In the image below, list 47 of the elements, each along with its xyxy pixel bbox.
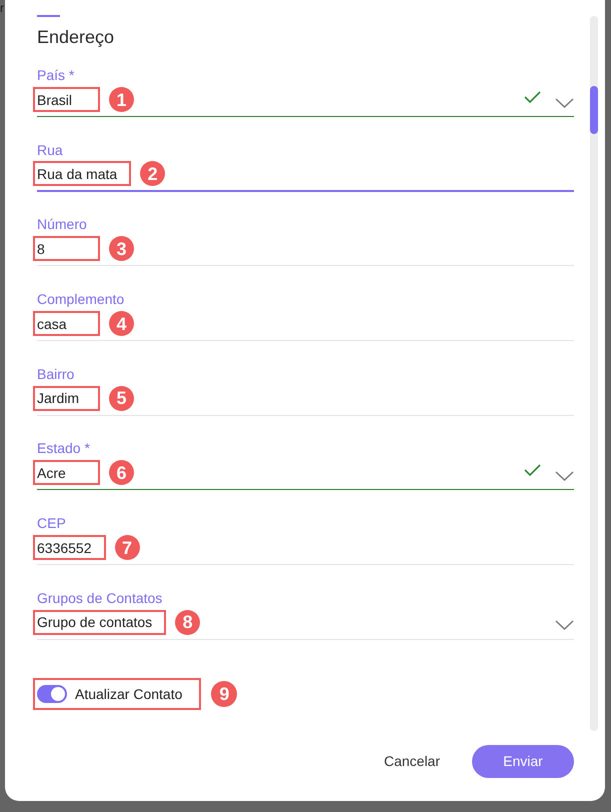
field-value: Grupo de contatos	[37, 613, 152, 632]
check-icon	[524, 91, 541, 103]
annotation-number: 7	[114, 535, 140, 560]
background-text: r	[0, 1, 4, 15]
annotation-number: 1	[109, 87, 134, 112]
annotation-number: 3	[109, 236, 134, 262]
field-label: Bairro	[37, 366, 76, 382]
field-value: Acre	[37, 464, 66, 482]
field-label: Número	[37, 216, 88, 232]
annotation-number: 5	[109, 386, 134, 411]
annotation-number: 8	[175, 610, 200, 635]
annotation-number: 6	[109, 460, 134, 486]
select-field[interactable]: Brasil 1	[37, 83, 574, 117]
toggle-label: Atualizar Contato	[75, 684, 182, 702]
section-title: Endereço	[37, 26, 116, 49]
scrollbar-thumb[interactable]	[590, 86, 598, 134]
chevron-down-icon[interactable]	[555, 470, 574, 481]
field-value: Jardim	[37, 389, 80, 408]
field-label: Grupos de Contatos	[37, 590, 164, 606]
annotation-number: 2	[140, 161, 166, 186]
check-icon	[524, 464, 541, 476]
field-value: casa	[37, 314, 67, 333]
field-value: Rua da mata	[37, 164, 118, 183]
field-value: Brasil	[37, 90, 72, 108]
toggle-switch[interactable]	[37, 684, 67, 702]
text-field[interactable]: 6336552 7	[37, 531, 574, 566]
text-field[interactable]: Jardim 5	[37, 382, 574, 416]
field-value: 8	[37, 240, 45, 258]
scrollbar-track[interactable]	[590, 16, 598, 731]
submit-button[interactable]: Enviar	[472, 744, 574, 778]
chevron-down-icon[interactable]	[555, 98, 574, 108]
annotation-number: 4	[109, 311, 134, 336]
title-accent-bar	[37, 15, 60, 17]
chevron-down-icon[interactable]	[555, 620, 574, 630]
text-field[interactable]: Rua da mata 2	[37, 158, 574, 192]
cancel-button[interactable]: Cancelar	[376, 744, 448, 778]
field-label: Rua	[37, 142, 64, 158]
field-label: País *	[37, 67, 76, 83]
select-field[interactable]: Acre 6	[37, 456, 574, 490]
text-field[interactable]: casa 4	[37, 307, 574, 342]
select-field[interactable]: Grupo de contatos 8	[37, 606, 574, 640]
annotation-number: 9	[211, 680, 238, 706]
field-label: Estado *	[37, 440, 91, 456]
field-label: Complemento	[37, 291, 126, 308]
field-value: 6336552	[37, 538, 92, 557]
text-field[interactable]: 8 3	[37, 232, 574, 266]
field-label: CEP	[37, 515, 67, 532]
